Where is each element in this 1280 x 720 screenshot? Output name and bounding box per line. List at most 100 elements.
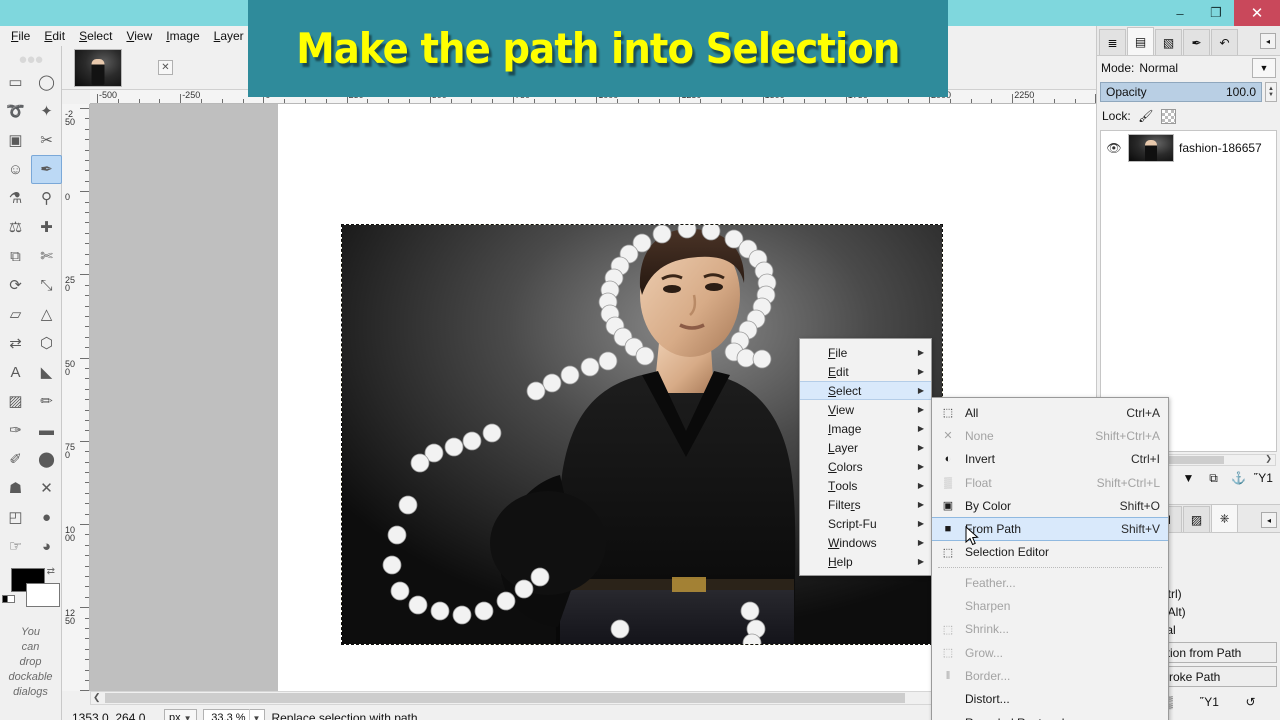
gradient-tool[interactable]: ▨: [0, 387, 31, 416]
submenu-item-by-color[interactable]: ▣ By Color Shift+O: [932, 494, 1168, 517]
background-color-swatch[interactable]: [26, 583, 60, 607]
swap-colors-icon[interactable]: ⇄: [47, 566, 55, 577]
paintbrush-tool[interactable]: ✑: [0, 416, 31, 445]
close-button[interactable]: ✕: [1234, 0, 1280, 26]
free-select-tool[interactable]: ➰: [0, 97, 31, 126]
duplicate-layer-button[interactable]: ⧉: [1205, 469, 1223, 487]
ctx-item-view[interactable]: View ▶: [800, 400, 931, 419]
tool-options-menu-icon[interactable]: ◂: [1261, 512, 1277, 528]
ctx-item-windows[interactable]: Windows ▶: [800, 533, 931, 552]
ruler-tick: [284, 99, 286, 103]
vertical-ruler[interactable]: -250 0 250 500 750 1000 1250: [62, 104, 90, 691]
select-by-color-tool[interactable]: ▣: [0, 126, 31, 155]
reset-colors-icon[interactable]: [2, 595, 15, 605]
scroll-right-icon[interactable]: ❯: [1265, 454, 1272, 463]
paths-tool[interactable]: ✒: [31, 155, 62, 184]
ruler-tick: [85, 316, 89, 317]
dodge-burn-tool[interactable]: ◕: [31, 532, 62, 561]
ctx-item-script-fu[interactable]: Script-Fu ▶: [800, 514, 931, 533]
ruler-tick: [85, 201, 89, 203]
tab-layers[interactable]: ≣: [1099, 29, 1126, 55]
alignment-tool[interactable]: ⧉: [0, 242, 31, 271]
layer-item[interactable]: 👁 fashion-186657: [1101, 131, 1276, 165]
submenu-item-distort[interactable]: Distort...: [932, 688, 1168, 711]
submenu-item-label: Border...: [965, 668, 1011, 683]
measure-tool[interactable]: ⚖: [0, 213, 31, 242]
lock-pixels-icon[interactable]: 🖌: [1138, 108, 1154, 124]
fuzzy-select-tool[interactable]: ✦: [31, 97, 62, 126]
submenu-item-all[interactable]: ⬚ All Ctrl+A: [932, 401, 1168, 424]
tab-undo-history[interactable]: ↶: [1211, 29, 1238, 55]
restore-button[interactable]: ❐: [1198, 0, 1234, 26]
eraser-tool[interactable]: ▬: [31, 416, 62, 445]
crop-tool[interactable]: ✄: [31, 242, 62, 271]
ctx-item-filters[interactable]: Filte r s ▶: [800, 495, 931, 514]
menu-select[interactable]: Select: [72, 27, 119, 45]
menu-layer[interactable]: Layer: [207, 27, 251, 45]
scale-tool[interactable]: ⤡: [31, 271, 62, 300]
ellipse-select-tool[interactable]: ◯: [31, 68, 62, 97]
menu-file[interactable]: FFileile: [4, 27, 37, 45]
zoom-selector[interactable]: 33.3 % ▼: [202, 708, 266, 720]
airbrush-tool[interactable]: ✐: [0, 445, 31, 474]
flip-tool[interactable]: ⇄: [0, 329, 31, 358]
tab-paths[interactable]: ▧: [1155, 29, 1182, 55]
bucket-fill-tool[interactable]: ◣: [31, 358, 62, 387]
layer-visibility-icon[interactable]: 👁: [1105, 141, 1123, 155]
submenu-item-feather: Feather...: [932, 571, 1168, 594]
ctx-item-tools[interactable]: Tools ▶: [800, 476, 931, 495]
ruler-tick: [721, 99, 722, 103]
clone-tool[interactable]: ☗: [0, 474, 31, 503]
scroll-left-icon[interactable]: ❮: [93, 692, 101, 703]
opacity-slider[interactable]: Opacity 100.0: [1100, 82, 1262, 102]
smudge-tool[interactable]: ☞: [0, 532, 31, 561]
shear-tool[interactable]: ▱: [0, 300, 31, 329]
heal-tool[interactable]: ✕: [31, 474, 62, 503]
perspective-tool[interactable]: △: [31, 300, 62, 329]
tab-pointer[interactable]: ✒: [1183, 29, 1210, 55]
ctx-item-edit[interactable]: Edit ▶: [800, 362, 931, 381]
blur-sharpen-tool[interactable]: ●: [31, 503, 62, 532]
text-tool[interactable]: A: [0, 358, 31, 387]
pencil-tool[interactable]: ✏: [31, 387, 62, 416]
ctx-item-help[interactable]: Help ▶: [800, 552, 931, 571]
rotate-tool[interactable]: ⟳: [0, 271, 31, 300]
menu-view[interactable]: View: [119, 27, 159, 45]
ctx-item-select[interactable]: Select ▶: [800, 381, 931, 400]
menu-edit[interactable]: Edit: [37, 27, 72, 45]
move-tool[interactable]: ✚: [31, 213, 62, 242]
scrollbar-thumb[interactable]: [105, 693, 905, 703]
reset-tool-options-button[interactable]: ↺: [1242, 693, 1260, 711]
ctx-item-image[interactable]: Image ▶: [800, 419, 931, 438]
menu-image[interactable]: Image: [159, 27, 206, 45]
close-image-tab-icon[interactable]: ✕: [158, 60, 173, 75]
lock-alpha-icon[interactable]: [1160, 108, 1176, 124]
anchor-layer-button[interactable]: ⚓: [1230, 469, 1248, 487]
ink-tool[interactable]: ⬤: [31, 445, 62, 474]
rect-select-tool[interactable]: ▭: [0, 68, 31, 97]
zoom-tool[interactable]: ⚲: [31, 184, 62, 213]
delete-layer-button[interactable]: Ὕ1: [1254, 469, 1273, 487]
ctx-item-colors[interactable]: Colors ▶: [800, 457, 931, 476]
foreground-select-tool[interactable]: ☺: [0, 155, 31, 184]
submenu-item-rounded-rectangle[interactable]: Rounded Rectangle...: [932, 711, 1168, 720]
window-controls: – ❐ ✕: [1162, 0, 1280, 26]
mode-dropdown[interactable]: ▼: [1252, 58, 1276, 78]
tab-gradients[interactable]: ▨: [1183, 506, 1210, 532]
color-picker-tool[interactable]: ⚗: [0, 184, 31, 213]
delete-tool-options-button[interactable]: Ὕ1: [1200, 693, 1219, 711]
ctx-item-layer[interactable]: Layer ▶: [800, 438, 931, 457]
tab-device-status[interactable]: ⎈: [1211, 504, 1238, 532]
tab-channels[interactable]: ▤: [1127, 27, 1154, 55]
submenu-item-invert[interactable]: ◐ Invert Ctrl+I: [932, 448, 1168, 471]
cage-transform-tool[interactable]: ⬡: [31, 329, 62, 358]
dock-menu-icon[interactable]: ◂: [1260, 33, 1276, 49]
image-tab-thumbnail[interactable]: [74, 49, 122, 87]
lower-layer-button[interactable]: ▼: [1180, 469, 1198, 487]
opacity-spinner[interactable]: ▲ ▼: [1265, 82, 1277, 102]
unit-selector[interactable]: px ▼: [164, 708, 197, 720]
minimize-button[interactable]: –: [1162, 0, 1198, 26]
perspective-clone-tool[interactable]: ◰: [0, 503, 31, 532]
ctx-item-file[interactable]: File ▶: [800, 343, 931, 362]
scissors-select-tool[interactable]: ✂: [31, 126, 62, 155]
